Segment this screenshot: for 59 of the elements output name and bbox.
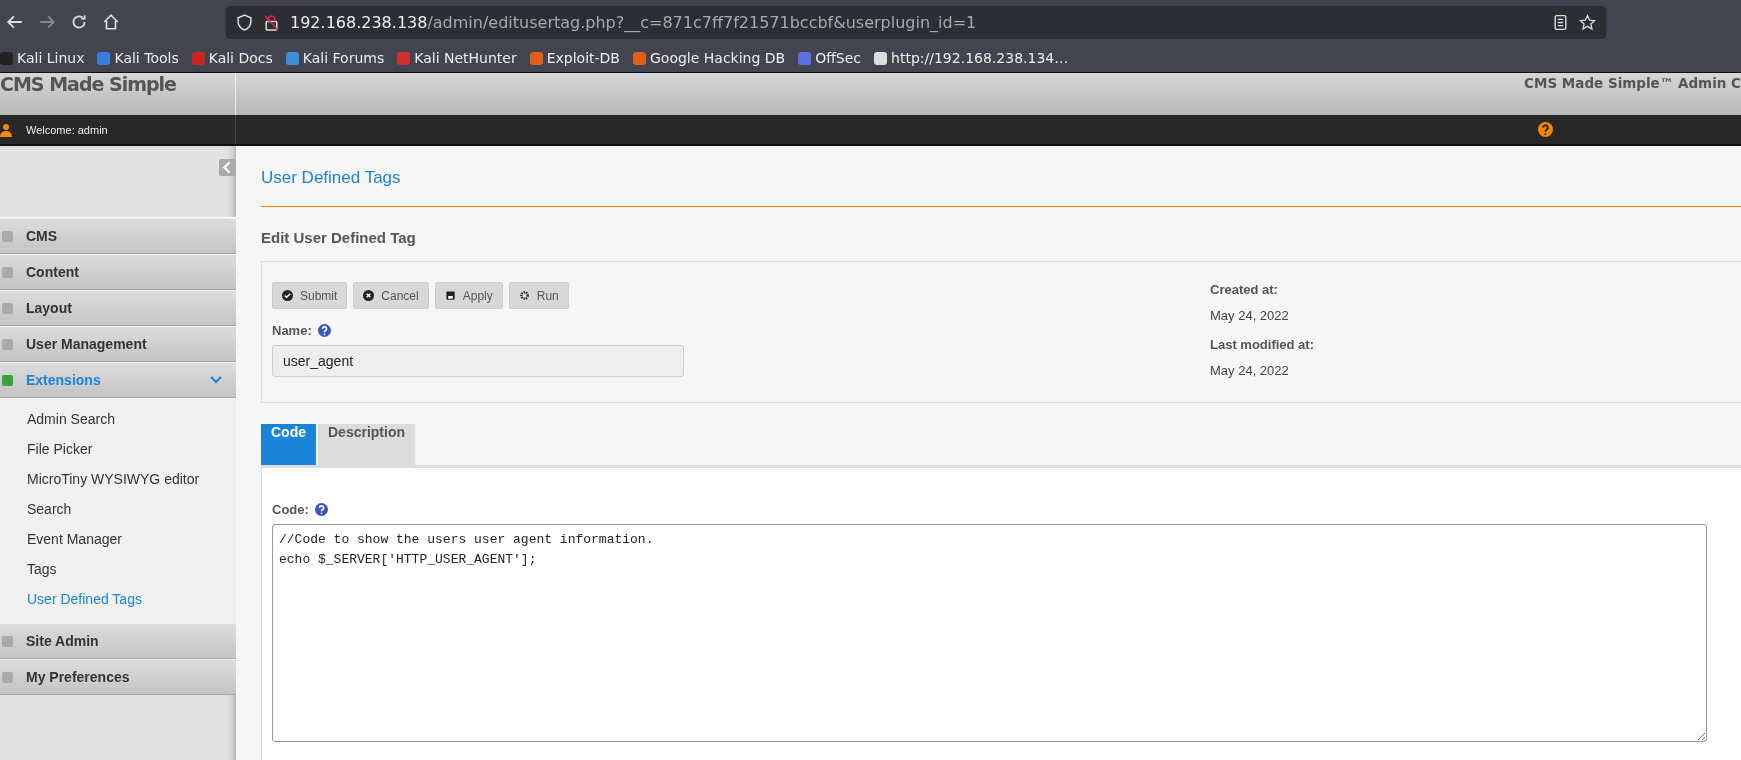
bookmark-link[interactable]: Kali Docs: [191, 50, 273, 66]
nav-item[interactable]: CMS: [0, 218, 236, 254]
welcome-text: Welcome: admin: [26, 123, 108, 136]
meta-value: May 24, 2022: [1210, 363, 1290, 378]
bookmark-link[interactable]: Kali Forums: [285, 50, 385, 66]
submenu-link[interactable]: Tags: [0, 554, 236, 584]
check-icon: [282, 290, 293, 301]
header-title: CMS Made Simple™ Admin C: [1524, 75, 1741, 91]
code-editor[interactable]: //Code to show the users user agent information. echo $_SERVER['HTTP_USER_AGENT'];: [272, 524, 1707, 742]
url-text: 192.168.238.138/admin/editusertag.php?__c=871c7ff7f21571bccbf&userplugin_id=1: [290, 12, 977, 32]
submenu-link[interactable]: MicroTiny WYSIWYG editor: [0, 464, 236, 494]
action-button[interactable]: Run: [508, 282, 569, 309]
save-icon: [444, 290, 456, 301]
bookmark-link[interactable]: Exploit-DB: [529, 50, 620, 66]
submenu-link[interactable]: File Picker: [0, 434, 236, 464]
field-label: Code:: [272, 502, 309, 517]
page-title: User Defined Tags: [261, 167, 402, 188]
help-icon[interactable]: [1538, 122, 1553, 137]
shield-icon[interactable]: [236, 13, 253, 31]
bookmark-link[interactable]: Kali Tools: [97, 50, 179, 66]
user-icon: [0, 122, 12, 137]
meta-label: Last modified at:: [1210, 337, 1314, 352]
nav-item[interactable]: Layout: [0, 290, 236, 326]
meta-label: Created at:: [1210, 282, 1279, 297]
bookmark-link[interactable]: OffSec: [798, 50, 862, 66]
bookmark-link[interactable]: Google Hacking DB: [633, 50, 786, 66]
action-button[interactable]: Apply: [434, 282, 503, 309]
help-icon[interactable]: [317, 324, 331, 337]
submenu-link[interactable]: Search: [0, 494, 236, 524]
help-icon[interactable]: [314, 503, 328, 516]
submenu-link[interactable]: Admin Search: [0, 404, 236, 434]
nav-item[interactable]: My Preferences: [0, 659, 236, 695]
action-button[interactable]: Submit: [272, 282, 348, 309]
submenu-link[interactable]: Event Manager: [0, 524, 236, 554]
home-icon[interactable]: [102, 13, 120, 31]
meta-value: May 24, 2022: [1210, 308, 1290, 323]
forward-icon[interactable]: [38, 13, 56, 31]
name-input[interactable]: user_agent: [272, 345, 684, 377]
nav-item[interactable]: Site Admin: [0, 623, 236, 659]
tab[interactable]: Description: [318, 424, 415, 465]
nav-item[interactable]: Content: [0, 254, 236, 290]
star-icon[interactable]: [1579, 13, 1596, 31]
back-icon[interactable]: [6, 13, 24, 31]
reader-view-icon[interactable]: [1552, 13, 1569, 31]
bookmark-link[interactable]: http://192.168.238.134…: [874, 50, 1069, 66]
submenu-link[interactable]: User Defined Tags: [0, 584, 236, 614]
nav-item[interactable]: User Management: [0, 326, 236, 362]
address-bar[interactable]: 192.168.238.138/admin/editusertag.php?__c=871c7ff7f21571bccbf&userplugin_id=1: [226, 5, 1606, 39]
reload-icon[interactable]: [70, 13, 88, 31]
close-icon: [363, 290, 375, 301]
section-heading: Edit User Defined Tag: [261, 229, 417, 246]
tab[interactable]: Code: [261, 424, 316, 465]
chevron-down-icon: [210, 376, 222, 384]
bookmark-link[interactable]: Kali NetHunter: [397, 50, 517, 66]
insecure-lock-icon[interactable]: [263, 13, 280, 31]
logo-text: CMS Made Simple: [0, 73, 177, 95]
field-label: Name:: [272, 323, 312, 338]
action-button[interactable]: Cancel: [353, 282, 429, 309]
bookmark-link[interactable]: Kali Linux: [0, 50, 85, 66]
